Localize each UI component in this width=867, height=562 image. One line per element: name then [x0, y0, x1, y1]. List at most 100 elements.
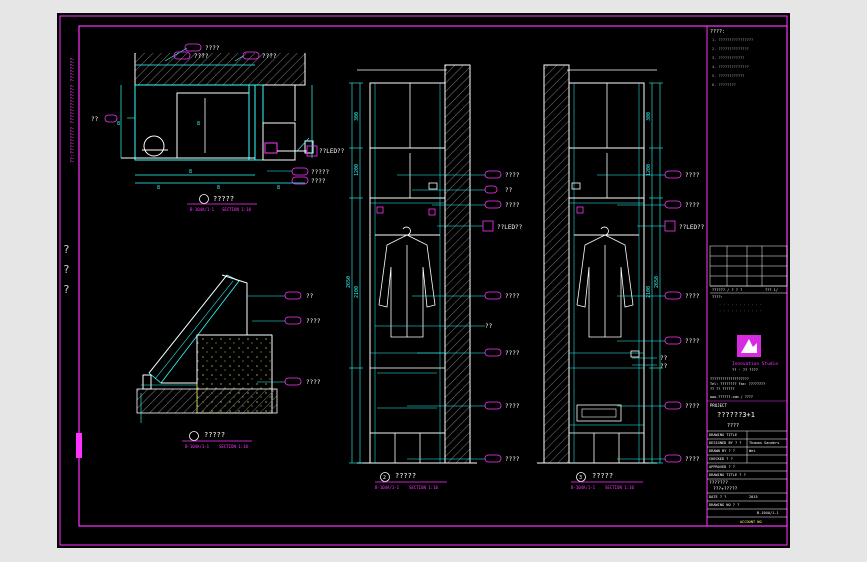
drawing-title: ??????? — [709, 480, 728, 486]
svg-text:????: ???? — [505, 350, 520, 357]
elev2-title-mark: 3 ????? B-104A/1-1 SECTION 1:10 — [571, 472, 643, 490]
svg-text:??: ?? — [660, 363, 668, 370]
row-3-value: Wei — [749, 449, 756, 453]
drawing-sheet: ??:????????? ????????????? ???????? ????… — [57, 13, 790, 548]
elevation-1: 2650 2100 1200 300 ???? ?? ???? ??LED?? … — [346, 64, 523, 490]
detail-section: ?? ???? ???? ????? B-104A/1-1 SECTION 1:… — [136, 274, 321, 449]
revision-grid — [709, 245, 788, 294]
elev2-dim-mid: 1200 — [646, 164, 652, 176]
svg-text:??LED??: ??LED?? — [319, 148, 345, 155]
elev1-title-mark: 2 ????? B-104A/1-1 SECTION 1:10 — [375, 472, 447, 490]
elev1-callout-3: ???? — [484, 200, 520, 209]
address-1: ??????????????????? — [710, 377, 749, 381]
plan-callout-5: ??LED?? — [296, 137, 345, 157]
plan-callout-7: ???? — [291, 176, 326, 185]
svg-text:????: ???? — [194, 53, 209, 60]
svg-text:??LED??: ??LED?? — [679, 224, 705, 231]
svg-text:????: ???? — [685, 172, 700, 179]
title-block: ????: 1. ???????????????? 2. ???????????… — [707, 29, 788, 524]
plan-dim-4: 8 — [277, 185, 280, 191]
row-6-label: DRAWING TITLE ? ? — [709, 473, 746, 477]
svg-text:??: ?? — [660, 355, 668, 362]
svg-text:????: ???? — [505, 172, 520, 179]
plan-title-mark: ????? B-104A/1-1 SECTION 1:10 — [187, 194, 257, 212]
note-4: 4. ?????????????? — [712, 65, 749, 69]
elev2-callout-6: ?? — [660, 355, 668, 362]
side-mark-3: ? — [63, 283, 70, 296]
plan-callout-4: ?? — [91, 114, 135, 123]
svg-text:· · · · · · · · · · ·: · · · · · · · · · · · — [719, 303, 762, 307]
date-label: DATE ? ? — [709, 495, 726, 499]
sheet-value: B-104A/1-1 — [757, 511, 779, 515]
elev2-callout-2: ???? — [664, 200, 700, 209]
note-1: 1. ???????????????? — [712, 38, 753, 42]
plan-dim-6: 8 — [117, 121, 120, 127]
elev2-title: ????? — [592, 472, 613, 480]
notes-title: ????: — [710, 29, 725, 35]
detail-title-mark: ????? B-104A/1-1 SECTION 1:10 — [182, 431, 252, 449]
elev2-coat — [576, 226, 634, 338]
elev1-dim-top: 300 — [354, 112, 360, 121]
company-sub: ?? · ?? ???? — [732, 368, 758, 372]
svg-text:????: ???? — [505, 202, 520, 209]
svg-text:????: ???? — [306, 318, 321, 325]
drawing-number-value: ???+????? — [713, 486, 738, 492]
svg-text:????: ???? — [505, 293, 520, 300]
plan-top-wall — [135, 53, 305, 85]
svg-text:????: ???? — [311, 178, 326, 185]
elev1-ref: B-104A/1-1 — [375, 485, 400, 490]
plan-dim-3: 8 — [217, 185, 220, 191]
elevation-2: 2650 2100 1200 300 ???? ???? ??LED?? ???… — [537, 64, 705, 490]
plan-title: ????? — [213, 195, 234, 203]
svg-text:????: ???? — [685, 456, 700, 463]
elev1-callout-7: ???? — [484, 348, 520, 357]
svg-text:??: ?? — [505, 187, 513, 194]
elev2-callout-7: ?? — [660, 363, 668, 370]
elev1-callout-9: ???? — [484, 454, 520, 463]
elev1-coat — [378, 226, 436, 338]
plan-callout-6: ????? — [267, 167, 329, 176]
svg-text:????: ???? — [262, 53, 277, 60]
elev2-callout-9: ???? — [664, 454, 700, 463]
svg-text:????: ???? — [685, 403, 700, 410]
note-2: 2. ?????????????? — [712, 47, 749, 51]
plan-dim-5: 8 — [197, 121, 200, 127]
company-name: Innovation Studio — [732, 361, 778, 367]
plan-dim-2: 8 — [157, 185, 160, 191]
svg-text:2: 2 — [383, 475, 386, 481]
scale-label: ??? 1/ — [765, 288, 778, 292]
svg-text:3: 3 — [579, 475, 582, 481]
plan-ref: B-104A/1-1 — [190, 207, 215, 212]
sheet-label: DRAWING NO ? ? — [709, 503, 739, 507]
elev2-callout-5: ???? — [664, 336, 700, 345]
left-vertical-note: ??:????????? ????????????? ???????? — [70, 58, 76, 163]
row-5-label: APPROVED ? ? — [709, 465, 735, 469]
svg-text:????: ???? — [505, 456, 520, 463]
account-label: ACCOUNT NO — [740, 520, 762, 524]
elev2-ref: B-104A/1-1 — [571, 485, 596, 490]
svg-text:????: ???? — [685, 293, 700, 300]
elev2-callout-1: ???? — [664, 170, 700, 179]
revision-label: ?????? / ? ? ? — [712, 288, 742, 292]
elev2-callout-8: ???? — [664, 401, 700, 410]
note-3: 3. ???????????? — [712, 56, 744, 60]
elev2-callout-3: ??LED?? — [664, 220, 705, 232]
detail-callout-1: ?? — [247, 291, 314, 300]
company-web: www.??????.com / ???? — [710, 395, 753, 399]
project-sub: ???? — [727, 423, 739, 429]
row-2-label: DESIGNED BY ? ? — [709, 441, 741, 445]
row-3-label: DRAWN BY ? ? — [709, 449, 735, 453]
note-6: 6. ???????? — [712, 83, 736, 87]
svg-text:?????: ????? — [311, 169, 329, 176]
plan-scale: SECTION 1:10 — [222, 207, 251, 212]
elev1-callout-4: ??LED?? — [482, 220, 523, 232]
date-value: 2015 — [749, 495, 758, 499]
elev1-callout-2: ?? — [484, 185, 513, 194]
elev1-scale: SECTION 1:10 — [409, 485, 438, 490]
row-4-label: CHECKED ? ? — [709, 457, 733, 461]
svg-text:· · · · · · · · · · ·: · · · · · · · · · · · — [719, 309, 762, 313]
row-1-label: DRAWING TITLE — [709, 433, 737, 437]
svg-text:??: ?? — [306, 293, 314, 300]
svg-text:????: ???? — [306, 379, 321, 386]
elev1-callout-1: ???? — [484, 170, 520, 179]
